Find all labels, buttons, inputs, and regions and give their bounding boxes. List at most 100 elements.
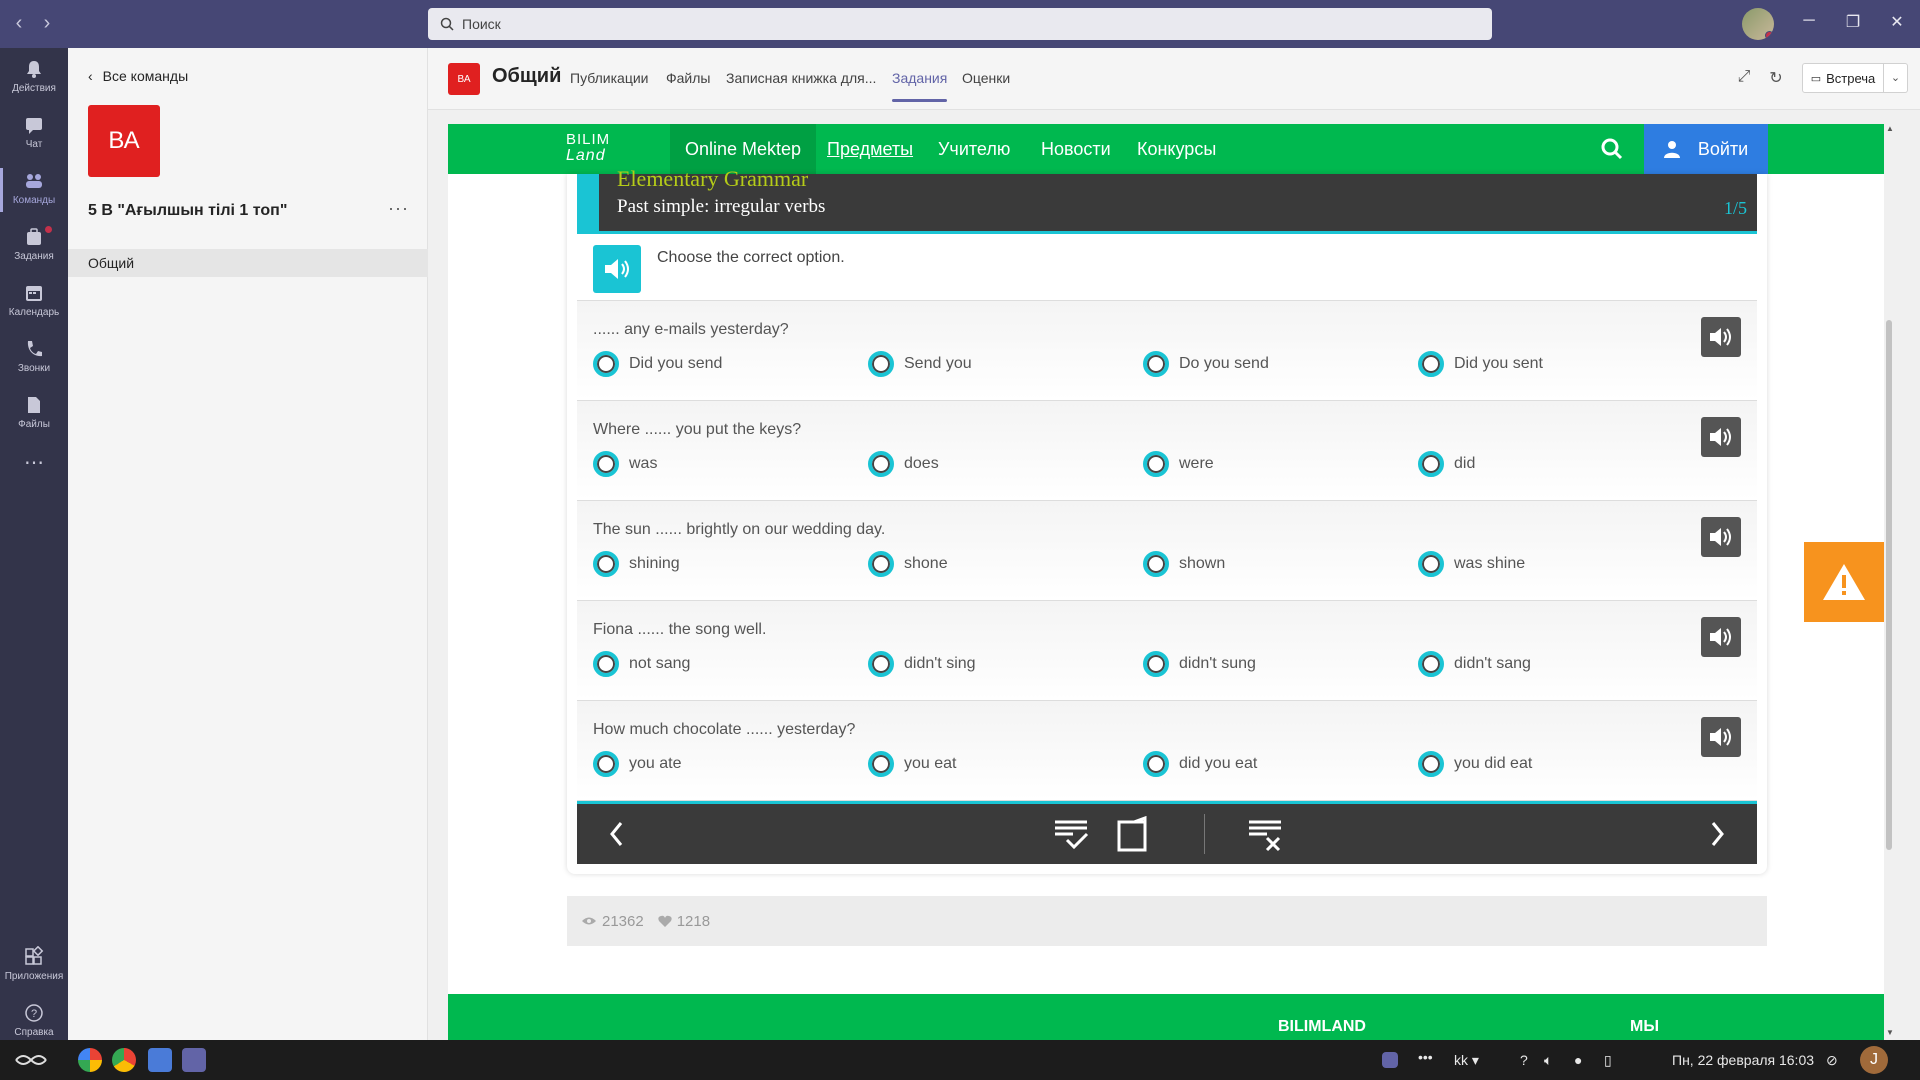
tab-assignments[interactable]: Задания bbox=[892, 70, 948, 102]
radio-button[interactable] bbox=[1143, 451, 1169, 477]
search-icon[interactable] bbox=[1600, 137, 1624, 161]
radio-button[interactable] bbox=[593, 551, 619, 577]
speaker-icon[interactable] bbox=[1701, 517, 1741, 557]
likes-stat[interactable]: 1218 bbox=[658, 913, 710, 930]
answer-option[interactable]: shone bbox=[868, 551, 948, 577]
refresh-icon[interactable]: ↻ bbox=[1766, 68, 1786, 88]
launcher-icon[interactable] bbox=[14, 1052, 48, 1068]
radio-button[interactable] bbox=[1418, 551, 1444, 577]
radio-button[interactable] bbox=[1418, 751, 1444, 777]
teams-app-icon[interactable] bbox=[182, 1048, 206, 1072]
radio-button[interactable] bbox=[593, 351, 619, 377]
notifications-off-icon[interactable]: ⊘ bbox=[1826, 1052, 1838, 1069]
speaker-icon[interactable] bbox=[1701, 617, 1741, 657]
help-tray-icon[interactable]: ? bbox=[1520, 1052, 1528, 1068]
radio-button[interactable] bbox=[1418, 351, 1444, 377]
menu-news[interactable]: Новости bbox=[1026, 124, 1126, 174]
rail-files[interactable]: Файлы bbox=[0, 386, 68, 442]
answer-option[interactable]: you eat bbox=[868, 751, 956, 777]
profile-avatar[interactable] bbox=[1742, 8, 1774, 40]
radio-button[interactable] bbox=[868, 351, 894, 377]
answer-option[interactable]: does bbox=[868, 451, 939, 477]
speaker-icon[interactable] bbox=[1701, 417, 1741, 457]
radio-button[interactable] bbox=[593, 751, 619, 777]
menu-contests[interactable]: Конкурсы bbox=[1122, 124, 1231, 174]
back-arrow-icon[interactable]: ‹ bbox=[8, 12, 30, 35]
menu-subjects[interactable]: Предметы bbox=[812, 124, 928, 174]
radio-button[interactable] bbox=[593, 651, 619, 677]
more-apps-icon[interactable]: ⋯ bbox=[0, 450, 68, 506]
app-store-icon[interactable] bbox=[78, 1048, 102, 1072]
radio-button[interactable] bbox=[1143, 751, 1169, 777]
login-button[interactable]: Войти bbox=[1644, 124, 1768, 174]
answer-option[interactable]: didn't sang bbox=[1418, 651, 1531, 677]
report-warning-button[interactable] bbox=[1804, 542, 1884, 622]
answer-option[interactable]: shown bbox=[1143, 551, 1225, 577]
scrollbar[interactable] bbox=[1884, 124, 1894, 1040]
rail-assignments[interactable]: Задания bbox=[0, 218, 68, 274]
answer-option[interactable]: did bbox=[1418, 451, 1475, 477]
prev-arrow-icon[interactable] bbox=[597, 814, 637, 854]
keyboard-layout[interactable]: kk ▾ bbox=[1454, 1052, 1479, 1069]
more-tray-icon[interactable]: ••• bbox=[1418, 1049, 1433, 1065]
more-options-icon[interactable]: ··· bbox=[388, 198, 409, 219]
chevron-down-icon[interactable]: ⌄ bbox=[1884, 63, 1908, 93]
scroll-down-icon[interactable]: ▼ bbox=[1886, 1028, 1894, 1037]
answer-option[interactable]: didn't sing bbox=[868, 651, 976, 677]
answer-option[interactable]: you ate bbox=[593, 751, 681, 777]
docs-icon[interactable] bbox=[148, 1048, 172, 1072]
volume-icon[interactable]: 🔈︎ bbox=[1544, 1052, 1552, 1069]
rail-calls[interactable]: Звонки bbox=[0, 330, 68, 386]
clear-answers-icon[interactable] bbox=[1245, 814, 1285, 854]
teams-tray-icon[interactable] bbox=[1382, 1052, 1398, 1068]
user-avatar[interactable]: J bbox=[1860, 1046, 1888, 1074]
expand-icon[interactable]: ⤢ bbox=[1734, 68, 1754, 88]
radio-button[interactable] bbox=[593, 451, 619, 477]
radio-button[interactable] bbox=[868, 651, 894, 677]
answer-option[interactable]: was bbox=[593, 451, 657, 477]
search-input[interactable]: Поиск bbox=[428, 8, 1492, 40]
site-logo[interactable]: BILIM Land bbox=[566, 132, 610, 164]
meet-button[interactable]: ▭ Встреча bbox=[1802, 63, 1884, 93]
radio-button[interactable] bbox=[1143, 651, 1169, 677]
rail-activity[interactable]: Действия bbox=[0, 50, 68, 106]
scroll-thumb[interactable] bbox=[1886, 320, 1892, 850]
radio-button[interactable] bbox=[1143, 351, 1169, 377]
minimize-icon[interactable]: ─ bbox=[1794, 12, 1824, 30]
close-icon[interactable]: ✕ bbox=[1882, 12, 1912, 32]
answer-option[interactable]: you did eat bbox=[1418, 751, 1532, 777]
speaker-icon[interactable] bbox=[1701, 717, 1741, 757]
radio-button[interactable] bbox=[1418, 451, 1444, 477]
menu-teachers[interactable]: Учителю bbox=[923, 124, 1025, 174]
answer-option[interactable]: Did you sent bbox=[1418, 351, 1543, 377]
rail-calendar[interactable]: Календарь bbox=[0, 274, 68, 330]
chrome-icon[interactable] bbox=[112, 1048, 136, 1072]
forward-arrow-icon[interactable]: › bbox=[36, 12, 58, 35]
answer-option[interactable]: didn't sung bbox=[1143, 651, 1256, 677]
radio-button[interactable] bbox=[868, 751, 894, 777]
speaker-icon[interactable] bbox=[593, 245, 641, 293]
radio-button[interactable] bbox=[1143, 551, 1169, 577]
scroll-up-icon[interactable]: ▲ bbox=[1886, 124, 1894, 133]
microphone-icon[interactable]: ● bbox=[1574, 1052, 1582, 1068]
tab-notebook[interactable]: Записная книжка для... bbox=[726, 70, 876, 86]
rail-apps[interactable]: Приложения bbox=[0, 938, 68, 994]
radio-button[interactable] bbox=[868, 451, 894, 477]
answer-option[interactable]: not sang bbox=[593, 651, 690, 677]
speaker-icon[interactable] bbox=[1701, 317, 1741, 357]
clock-datetime[interactable]: Пн, 22 февраля 16:03 bbox=[1672, 1052, 1814, 1068]
answer-option[interactable]: Do you send bbox=[1143, 351, 1269, 377]
answer-option[interactable]: shining bbox=[593, 551, 680, 577]
radio-button[interactable] bbox=[1418, 651, 1444, 677]
battery-icon[interactable]: ▯ bbox=[1604, 1052, 1612, 1069]
tab-files[interactable]: Файлы bbox=[666, 70, 710, 86]
check-answers-icon[interactable] bbox=[1051, 814, 1091, 854]
show-answers-icon[interactable] bbox=[1113, 814, 1153, 854]
tab-posts[interactable]: Публикации bbox=[570, 70, 648, 86]
channel-item-general[interactable]: Общий bbox=[68, 249, 428, 277]
answer-option[interactable]: were bbox=[1143, 451, 1214, 477]
radio-button[interactable] bbox=[868, 551, 894, 577]
restore-icon[interactable]: ❐ bbox=[1838, 12, 1868, 32]
answer-option[interactable]: did you eat bbox=[1143, 751, 1257, 777]
rail-teams[interactable]: Команды bbox=[0, 162, 68, 218]
